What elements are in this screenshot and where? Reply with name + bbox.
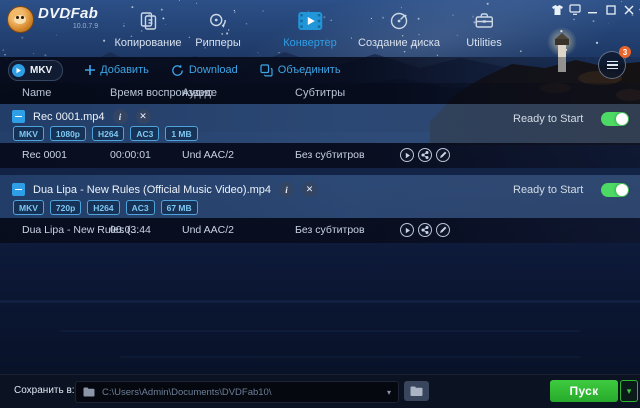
format-badges: MKV 1080p H264 AC3 1 MB: [13, 126, 198, 141]
tab-copy-label: Копирование: [114, 37, 181, 49]
app-title: DVDFab: [38, 6, 98, 21]
merge-icon: [260, 64, 273, 77]
badge: 1080p: [50, 126, 86, 141]
toolbox-icon: [466, 9, 501, 32]
close-icon[interactable]: [623, 4, 635, 15]
edit-icon[interactable]: [436, 148, 450, 162]
source-group-row: Rec 0001.mp4 i ✕ MKV 1080p H264 AC3 1 MB…: [0, 104, 640, 143]
task-queue-badge: 3: [619, 46, 631, 58]
add-label: Добавить: [100, 64, 149, 76]
add-button[interactable]: Добавить: [85, 64, 149, 76]
dvdfab-window: DVDFab 10.0.7.9 Копирование Рипперы Конв…: [0, 0, 640, 408]
maximize-icon[interactable]: [605, 4, 617, 15]
column-audio: Аудио: [182, 87, 213, 99]
title-audio: Und AAC/2: [182, 149, 234, 161]
monitor-icon[interactable]: [569, 4, 581, 15]
folder-icon: [83, 387, 95, 397]
enable-toggle[interactable]: [601, 112, 629, 126]
tab-converter-label: Конвертер: [283, 37, 336, 49]
tab-utilities-label: Utilities: [466, 37, 501, 49]
source-filename: Rec 0001.mp4: [33, 111, 105, 123]
title-row[interactable]: Dua Lipa - New Rules (... 00:03:44 Und A…: [0, 218, 640, 243]
start-options-button[interactable]: ▾: [620, 380, 638, 402]
folder-icon: [410, 386, 423, 397]
source-group-row: Dua Lipa - New Rules (Official Music Vid…: [0, 175, 640, 218]
share-icon[interactable]: [418, 148, 432, 162]
minimize-icon[interactable]: [587, 4, 599, 15]
edit-icon[interactable]: [436, 223, 450, 237]
app-logo: DVDFab 10.0.7.9: [7, 6, 98, 33]
download-button[interactable]: Download: [171, 64, 238, 77]
window-controls: [551, 4, 635, 15]
merge-label: Объединить: [278, 64, 341, 76]
save-path-value: C:\Users\Admin\Documents\DVDFab10\: [102, 387, 387, 398]
badge: 720p: [50, 200, 81, 215]
format-badges: MKV 720p H264 AC3 67 MB: [13, 200, 198, 215]
download-label: Download: [189, 64, 238, 76]
save-to-label: Сохранить в:: [14, 385, 75, 396]
title-name: Rec 0001: [22, 149, 67, 161]
status-label: Ready to Start: [513, 113, 583, 125]
converter-icon: [283, 9, 336, 32]
badge: H264: [92, 126, 124, 141]
chevron-down-icon[interactable]: ▾: [387, 388, 391, 397]
collapse-button[interactable]: [12, 110, 25, 123]
badge: 67 MB: [161, 200, 198, 215]
start-button[interactable]: Пуск: [550, 380, 618, 402]
column-name: Name: [22, 87, 51, 99]
title-duration: 00:00:01: [110, 149, 151, 161]
info-icon[interactable]: i: [113, 109, 128, 124]
enable-toggle[interactable]: [601, 183, 629, 197]
dvdfab-mascot-icon: [7, 6, 34, 33]
profile-label: MKV: [30, 65, 52, 76]
save-path-input[interactable]: C:\Users\Admin\Documents\DVDFab10\ ▾: [75, 381, 399, 403]
title-subtitle: Без субтитров: [295, 224, 365, 236]
status-label: Ready to Start: [513, 184, 583, 196]
badge: AC3: [130, 126, 159, 141]
disc-burn-icon: [358, 9, 440, 32]
tab-create-disc-label: Создание диска: [358, 37, 440, 49]
preview-play-icon[interactable]: [400, 223, 414, 237]
badge: MKV: [13, 126, 44, 141]
title-duration: 00:03:44: [110, 224, 151, 236]
tab-rippers-label: Рипперы: [195, 37, 241, 49]
bottom-bar: Сохранить в: C:\Users\Admin\Documents\DV…: [0, 374, 640, 408]
preview-play-icon[interactable]: [400, 148, 414, 162]
badge: 1 MB: [165, 126, 197, 141]
remove-icon[interactable]: ✕: [302, 182, 317, 197]
tab-converter[interactable]: Конвертер: [283, 9, 336, 49]
profile-select-button[interactable]: MKV: [8, 60, 63, 81]
merge-button[interactable]: Объединить: [260, 64, 341, 77]
browse-folder-button[interactable]: [404, 381, 429, 401]
tab-create-disc[interactable]: Создание диска: [358, 9, 440, 49]
profile-arrow-icon: [12, 64, 25, 77]
column-subtitles: Субтитры: [295, 87, 345, 99]
toolbar: MKV Добавить Download Объединить 3: [0, 57, 640, 83]
copy-icon: [114, 9, 181, 32]
title-row[interactable]: Rec 0001 00:00:01 Und AAC/2 Без субтитро…: [0, 143, 640, 168]
remove-icon[interactable]: ✕: [136, 109, 151, 124]
skin-shirt-icon[interactable]: [551, 4, 563, 15]
title-bar: DVDFab 10.0.7.9 Копирование Рипперы Конв…: [0, 0, 640, 57]
tab-rippers[interactable]: Рипперы: [195, 9, 241, 49]
title-subtitle: Без субтитров: [295, 149, 365, 161]
collapse-button[interactable]: [12, 183, 25, 196]
app-version: 10.0.7.9: [38, 23, 98, 30]
plus-icon: [85, 65, 95, 75]
table-header: Name Время воспроизведе Аудио Субтитры: [0, 83, 640, 104]
share-icon[interactable]: [418, 223, 432, 237]
tab-copy[interactable]: Копирование: [114, 9, 181, 49]
title-audio: Und AAC/2: [182, 224, 234, 236]
tab-utilities[interactable]: Utilities: [466, 9, 501, 49]
badge: MKV: [13, 200, 44, 215]
source-filename: Dua Lipa - New Rules (Official Music Vid…: [33, 184, 271, 196]
info-icon[interactable]: i: [279, 182, 294, 197]
badge: AC3: [126, 200, 155, 215]
ripper-icon: [195, 9, 241, 32]
download-circle-icon: [171, 64, 184, 77]
badge: H264: [87, 200, 119, 215]
